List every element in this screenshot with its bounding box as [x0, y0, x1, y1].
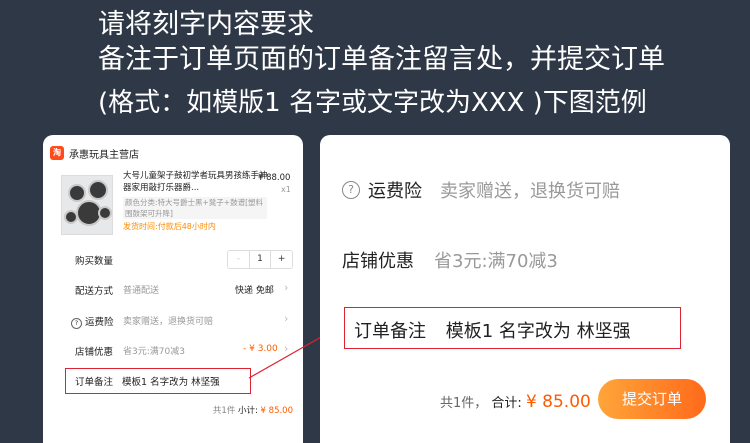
zoom-note-label: 订单备注	[354, 321, 426, 342]
zoom-order-note-field[interactable]: 订单备注 模板1 名字改为 林坚强	[354, 317, 631, 343]
zoom-discount-label: 店铺优惠	[342, 251, 414, 272]
zoom-insurance-label: 运费险	[368, 181, 422, 202]
zoom-footer-total-label: 合计:	[491, 396, 522, 411]
zoom-discount-row[interactable]: 店铺优惠 省3元:满70减3	[342, 247, 558, 273]
zoom-note-value[interactable]: 模板1 名字改为 林坚强	[446, 321, 631, 342]
help-icon: ?	[342, 181, 360, 199]
zoom-order-footer: 共1件， 合计: ¥ 85.00	[440, 392, 591, 412]
zoomed-order-card: ? 运费险 卖家赠送，退换货可赔 店铺优惠 省3元:满70减3 订单备注 模板1…	[320, 135, 730, 443]
zoom-insurance-row[interactable]: ? 运费险 卖家赠送，退换货可赔	[342, 177, 620, 203]
zoom-insurance-value: 卖家赠送，退换货可赔	[440, 181, 620, 202]
zoom-discount-value: 省3元:满70减3	[434, 251, 558, 272]
submit-order-button[interactable]: 提交订单	[598, 379, 706, 419]
zoom-footer-total: ¥ 85.00	[525, 392, 591, 412]
zoom-footer-count: 共1件，	[440, 396, 488, 411]
